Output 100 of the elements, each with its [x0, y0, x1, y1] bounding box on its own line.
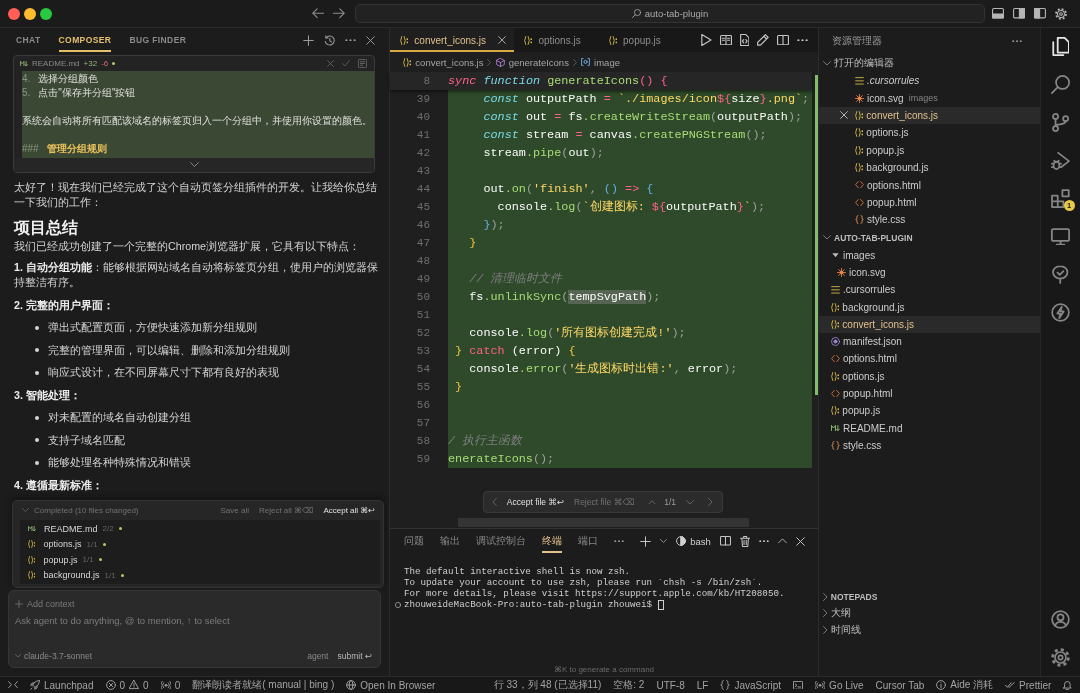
- section-header[interactable]: 时间线: [819, 621, 861, 638]
- split-icon[interactable]: [719, 536, 731, 546]
- open-editor-item[interactable]: icon.svg images: [819, 89, 1040, 107]
- go-live-item[interactable]: Go Live: [815, 679, 864, 691]
- section-header[interactable]: 打开的编辑器: [819, 54, 1040, 72]
- open-editor-item[interactable]: style.css: [819, 211, 1040, 229]
- right-sidebar-layout-icon[interactable]: [1013, 8, 1025, 19]
- changes-action-button[interactable]: Accept all ⌘↩: [323, 506, 375, 515]
- lightning-icon[interactable]: [1051, 302, 1070, 322]
- changed-file-item[interactable]: background.js 1/1: [20, 567, 380, 583]
- branch-icon[interactable]: [1051, 113, 1070, 133]
- bell-icon[interactable]: [1063, 680, 1072, 690]
- settings-icon[interactable]: [1051, 647, 1070, 667]
- section-header[interactable]: NOTEPADS: [819, 588, 878, 605]
- submit-button[interactable]: submit ↩: [337, 651, 372, 661]
- language-mode-item[interactable]: JavaScript: [720, 679, 782, 691]
- play-icon[interactable]: [700, 34, 712, 46]
- close-icon[interactable]: [498, 36, 507, 44]
- mode-selector[interactable]: agent: [307, 651, 329, 661]
- back-arrow-icon[interactable]: [312, 8, 324, 19]
- status-item[interactable]: UTF-8: [656, 679, 685, 691]
- terminal-icon[interactable]: [793, 680, 804, 690]
- file-item[interactable]: background.js: [819, 298, 1040, 316]
- person-icon[interactable]: [1051, 609, 1070, 629]
- changed-file-item[interactable]: popup.js 1/1: [20, 552, 380, 568]
- file-item[interactable]: options.html: [819, 350, 1040, 368]
- play-bug-icon[interactable]: [1051, 151, 1070, 170]
- remote-icon[interactable]: [8, 681, 18, 689]
- settings-icon[interactable]: [1055, 7, 1067, 20]
- open-editor-item[interactable]: .cursorrules: [819, 72, 1040, 90]
- tree-icon[interactable]: [1052, 264, 1069, 284]
- file-item[interactable]: README.md: [819, 419, 1040, 437]
- section-header[interactable]: 大纲: [819, 605, 851, 622]
- open-editor-item[interactable]: popup.js: [819, 141, 1040, 159]
- book-icon[interactable]: [719, 34, 732, 46]
- status-item[interactable]: 行 33，列 48 (已选择11): [493, 678, 602, 692]
- close-icon[interactable]: [366, 35, 375, 45]
- panel-tab[interactable]: 输出: [440, 529, 460, 553]
- composer-input[interactable]: Add context Ask agent to do anything, @ to mention, ↑ to select claude-3.7-sonnet agent submit ↩: [8, 590, 381, 668]
- panel-layout-icon[interactable]: [992, 8, 1004, 19]
- files-icon[interactable]: [1051, 37, 1070, 57]
- open-editor-item[interactable]: popup.html: [819, 193, 1040, 212]
- minimize-window-button[interactable]: [24, 7, 36, 20]
- file-item[interactable]: popup.html: [819, 384, 1040, 403]
- open-editor-item[interactable]: background.js: [819, 158, 1040, 177]
- composer-tab[interactable]: COMPOSER: [58, 28, 112, 52]
- prompt-field[interactable]: Ask agent to do anything, @ to mention, ↑ to select: [15, 612, 372, 649]
- folder-item[interactable]: images: [819, 246, 1040, 264]
- monitor-icon[interactable]: [1051, 227, 1070, 246]
- terminal-profile-button[interactable]: bash: [676, 535, 711, 547]
- ports-item[interactable]: 0: [160, 679, 181, 691]
- panel-tab[interactable]: 调试控制台: [476, 529, 526, 553]
- file-code-icon[interactable]: [739, 34, 749, 46]
- close-icon[interactable]: [796, 536, 805, 546]
- changed-file-item[interactable]: README.md 2/2: [20, 521, 380, 537]
- file-item[interactable]: convert_icons.js: [819, 315, 1040, 333]
- prettier-item[interactable]: Prettier: [1005, 679, 1052, 691]
- history-icon[interactable]: [324, 34, 335, 46]
- open-editor-item[interactable]: options.js: [819, 124, 1040, 142]
- file-item[interactable]: style.css: [819, 436, 1040, 455]
- more-icon[interactable]: [797, 38, 808, 42]
- status-item[interactable]: 空格: 2: [613, 678, 645, 692]
- launchpad-item[interactable]: Launchpad: [30, 679, 94, 691]
- status-item[interactable]: 翻译朗读者就绪( manual | bing ): [192, 678, 335, 692]
- open-in-browser-item[interactable]: Open In Browser: [346, 679, 436, 691]
- changed-file-item[interactable]: options.js 1/1: [20, 536, 380, 552]
- chevron-up-icon[interactable]: [778, 538, 787, 544]
- file-item[interactable]: popup.js: [819, 402, 1040, 420]
- accept-file-button[interactable]: Accept file ⌘↩: [506, 497, 564, 507]
- command-center[interactable]: auto-tab-plugin: [355, 4, 985, 23]
- left-sidebar-layout-icon[interactable]: [1034, 8, 1046, 19]
- panel-icon[interactable]: [358, 59, 367, 68]
- chevron-right-icon[interactable]: [708, 498, 713, 506]
- plus-icon[interactable]: [303, 34, 314, 46]
- more-icon[interactable]: [1012, 39, 1022, 43]
- editor-tab[interactable]: options.js: [514, 28, 599, 52]
- aide-usage-item[interactable]: Aide 消耗: [936, 678, 994, 692]
- check-icon[interactable]: [342, 60, 350, 67]
- status-item[interactable]: Cursor Tab: [875, 679, 925, 691]
- forward-arrow-icon[interactable]: [333, 8, 345, 19]
- open-editor-item[interactable]: options.html: [819, 176, 1040, 194]
- diff-file-name[interactable]: README.md: [32, 59, 80, 68]
- model-selector[interactable]: claude-3.7-sonnet: [15, 651, 93, 661]
- composer-tab[interactable]: CHAT: [16, 28, 41, 52]
- file-item[interactable]: icon.svg: [819, 263, 1040, 282]
- pen-icon[interactable]: [757, 34, 769, 46]
- panel-tab[interactable]: 端口: [578, 529, 598, 553]
- section-header[interactable]: AUTO-TAB-PLUGIN: [819, 228, 1040, 247]
- zoom-window-button[interactable]: [40, 7, 52, 20]
- file-item[interactable]: manifest.json: [819, 333, 1040, 351]
- breadcrumb-item[interactable]: image: [581, 56, 620, 68]
- panel-tab[interactable]: 问题: [404, 529, 424, 553]
- search-icon[interactable]: [1051, 75, 1070, 95]
- trash-icon[interactable]: [739, 535, 750, 547]
- more-icon[interactable]: [614, 539, 624, 543]
- status-item[interactable]: LF: [696, 679, 709, 691]
- blocks-icon[interactable]: [1051, 189, 1070, 208]
- open-editor-item[interactable]: convert_icons.js: [819, 106, 1040, 125]
- breadcrumb-item[interactable]: convert_icons.js: [403, 56, 484, 68]
- breadcrumb-item[interactable]: generateIcons: [495, 56, 569, 68]
